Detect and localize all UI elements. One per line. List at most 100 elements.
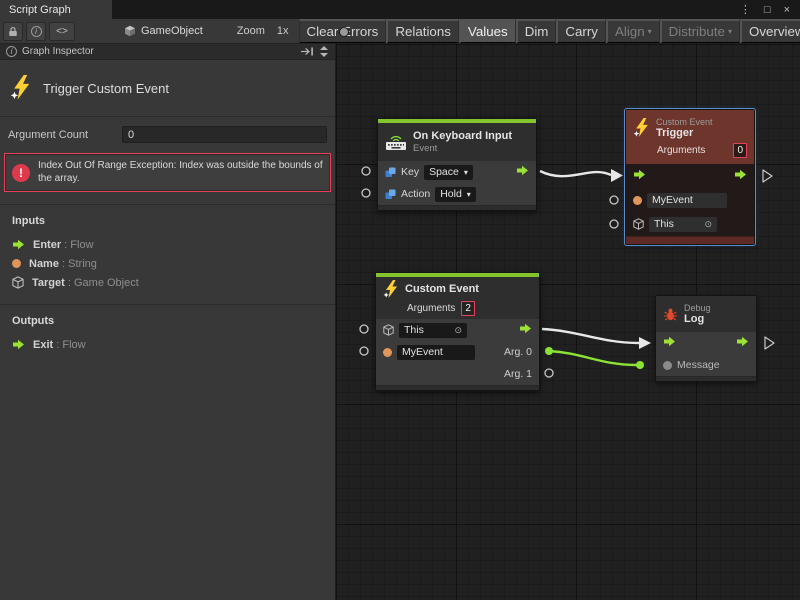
keyboard-icon: [385, 134, 407, 151]
node-footer: [626, 236, 754, 244]
arg0-output-port[interactable]: [545, 347, 553, 355]
graph-canvas[interactable]: On Keyboard Input Event Key Space ▾ Acti…: [336, 44, 800, 600]
flow-output-port[interactable]: [519, 323, 532, 337]
flow-input-port[interactable]: [663, 336, 676, 350]
carry-button[interactable]: Carry: [556, 19, 606, 44]
argument-count-badge: 2: [461, 301, 475, 316]
flow-row: [656, 332, 756, 354]
argument-count-badge: 0: [733, 143, 747, 158]
flow-arrow-icon: [12, 339, 25, 350]
arguments-name-input-port[interactable]: [360, 347, 368, 355]
event-name-row: MyEvent Arg. 0: [376, 341, 539, 363]
keycode-icon: [385, 167, 396, 178]
node-custom-event-arguments[interactable]: Custom Event Arguments 2 This ⊙: [375, 272, 540, 391]
string-port-icon: [633, 196, 642, 205]
outputs-header: Outputs: [12, 315, 323, 327]
close-icon[interactable]: ×: [784, 4, 790, 16]
input-port-name: NameString: [12, 254, 323, 273]
arg1-row: Arg. 1: [376, 363, 539, 385]
dock-panel-icon[interactable]: [301, 47, 314, 56]
arguments-target-input-port[interactable]: [360, 325, 368, 333]
gameobject-port-icon: [383, 324, 394, 336]
zoom-slider-handle[interactable]: [339, 27, 349, 37]
tab-label: Script Graph: [9, 4, 71, 16]
zoom-value: 1x: [277, 25, 289, 37]
wire-arguments-to-log: [542, 329, 639, 343]
align-button[interactable]: Align▾: [606, 19, 660, 44]
page-title: Trigger Custom Event: [43, 81, 169, 96]
custom-event-bolt-icon: [633, 118, 650, 138]
key-row: Key Space ▾: [378, 161, 536, 183]
trigger-target-input-port[interactable]: [610, 220, 618, 228]
object-picker-icon[interactable]: ⊙: [704, 219, 712, 230]
chevron-down-icon: ▾: [464, 168, 468, 177]
dim-button[interactable]: Dim: [516, 19, 557, 44]
unit-title-block: Trigger Custom Event: [0, 60, 335, 117]
flow-input-port[interactable]: [633, 169, 646, 183]
wire-keyboard-to-trigger: [540, 171, 611, 176]
action-dropdown[interactable]: Hold ▾: [435, 187, 476, 202]
wire-endpoint-dot: [636, 361, 644, 369]
values-button[interactable]: Values: [459, 19, 516, 44]
kebab-menu-icon[interactable]: ⋮: [740, 3, 751, 16]
trigger-name-input-port[interactable]: [610, 196, 618, 204]
key-input-port[interactable]: [362, 167, 370, 175]
target-dropdown[interactable]: This ⊙: [399, 323, 467, 338]
info-button[interactable]: i: [26, 22, 46, 41]
node-debug-log[interactable]: Debug Log Message: [655, 295, 757, 382]
object-picker-icon[interactable]: ⊙: [454, 325, 462, 336]
lock-icon: [8, 26, 18, 37]
arg1-output-port[interactable]: [545, 369, 553, 377]
gameobject-selector[interactable]: GameObject: [118, 19, 209, 44]
value-port-icon[interactable]: [663, 361, 672, 370]
info-icon: i: [6, 46, 17, 57]
gameobject-port-icon: [633, 218, 644, 230]
gameobject-cube-icon: [124, 25, 136, 37]
flow-arrow-icon: [12, 239, 25, 250]
target-row: This ⊙: [626, 212, 754, 236]
key-dropdown[interactable]: Space ▾: [424, 165, 473, 180]
event-name-row: MyEvent: [626, 188, 754, 212]
outputs-section: Outputs ExitFlow: [0, 304, 335, 600]
distribute-button[interactable]: Distribute▾: [660, 19, 740, 44]
code-view-button[interactable]: <>: [49, 22, 75, 41]
node-trigger-custom-event[interactable]: Custom Event Trigger Arguments 0 MyEv: [625, 109, 755, 245]
inspector-header-title: Graph Inspector: [22, 46, 94, 57]
flow-marker-triangle: [763, 170, 772, 182]
argument-count-input[interactable]: [122, 126, 327, 143]
graph-inspector-panel: i Graph Inspector Trigger Custom Event A…: [0, 44, 336, 600]
target-row: This ⊙: [376, 319, 539, 341]
string-port-icon: [12, 259, 21, 268]
node-header: Debug Log: [656, 296, 756, 332]
inputs-section: Inputs EnterFlow NameString TargetGame O…: [0, 204, 335, 304]
lock-button[interactable]: [3, 22, 23, 41]
error-icon: !: [12, 164, 30, 182]
gameobject-port-icon: [12, 276, 24, 289]
action-row: Action Hold ▾: [378, 183, 536, 205]
flow-output-port[interactable]: [734, 169, 747, 183]
relations-button[interactable]: Relations: [386, 19, 459, 44]
keycode-icon: [385, 189, 396, 200]
tab-script-graph[interactable]: Script Graph: [0, 0, 112, 19]
flow-output-port[interactable]: [516, 165, 529, 179]
arg1-label: Arg. 1: [504, 368, 532, 380]
node-header: On Keyboard Input Event: [378, 123, 536, 161]
flow-output-port[interactable]: [736, 336, 749, 350]
panel-menu-icon[interactable]: [319, 46, 329, 57]
action-input-port[interactable]: [362, 189, 370, 197]
flow-marker-triangle: [765, 337, 774, 349]
inspector-header: i Graph Inspector: [0, 44, 335, 60]
string-port-icon: [383, 348, 392, 357]
target-dropdown[interactable]: This ⊙: [649, 217, 717, 232]
event-name-field[interactable]: MyEvent: [647, 193, 727, 208]
event-name-field[interactable]: MyEvent: [397, 345, 475, 360]
custom-event-bolt-icon: [10, 75, 32, 101]
bug-icon: [663, 307, 678, 322]
overview-button[interactable]: Overview: [740, 19, 800, 44]
wire-arrowhead: [639, 337, 651, 349]
node-footer: [378, 205, 536, 210]
node-on-keyboard-input[interactable]: On Keyboard Input Event Key Space ▾ Acti…: [377, 118, 537, 211]
window-controls: ⋮ □ ×: [730, 0, 800, 19]
input-port-target: TargetGame Object: [12, 273, 323, 292]
maximize-icon[interactable]: □: [764, 4, 771, 16]
